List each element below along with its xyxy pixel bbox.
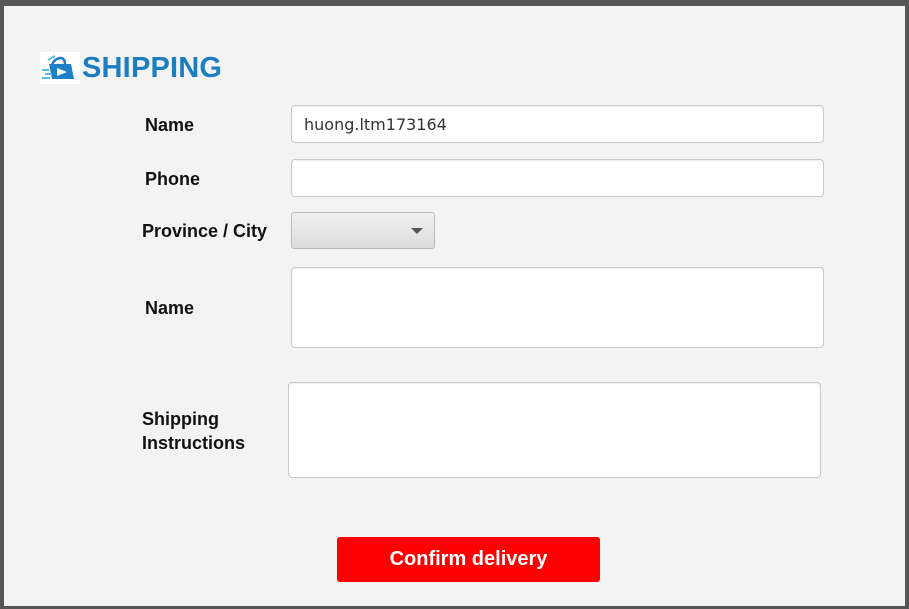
shipping-instructions-textarea[interactable] <box>288 382 821 478</box>
phone-label: Phone <box>145 169 201 189</box>
province-city-select[interactable] <box>291 212 435 249</box>
phone-input[interactable] <box>291 159 824 197</box>
shipping-instructions-label: Shipping Instructions <box>142 409 246 453</box>
address-name-textarea[interactable] <box>291 267 824 348</box>
shipping-header: SHIPPING <box>40 52 222 84</box>
name-input[interactable] <box>291 105 824 143</box>
chevron-down-icon <box>411 228 423 234</box>
shopping-bag-logo-icon <box>40 52 80 84</box>
shipping-form-window: SHIPPING Name Phone Province / City Name… <box>4 6 905 606</box>
confirm-delivery-button[interactable]: Confirm delivery <box>337 537 600 582</box>
name-label: Name <box>145 115 195 135</box>
province-city-label: Province / City <box>142 221 268 241</box>
address-name-label: Name <box>145 298 195 318</box>
page-title: SHIPPING <box>82 52 223 84</box>
